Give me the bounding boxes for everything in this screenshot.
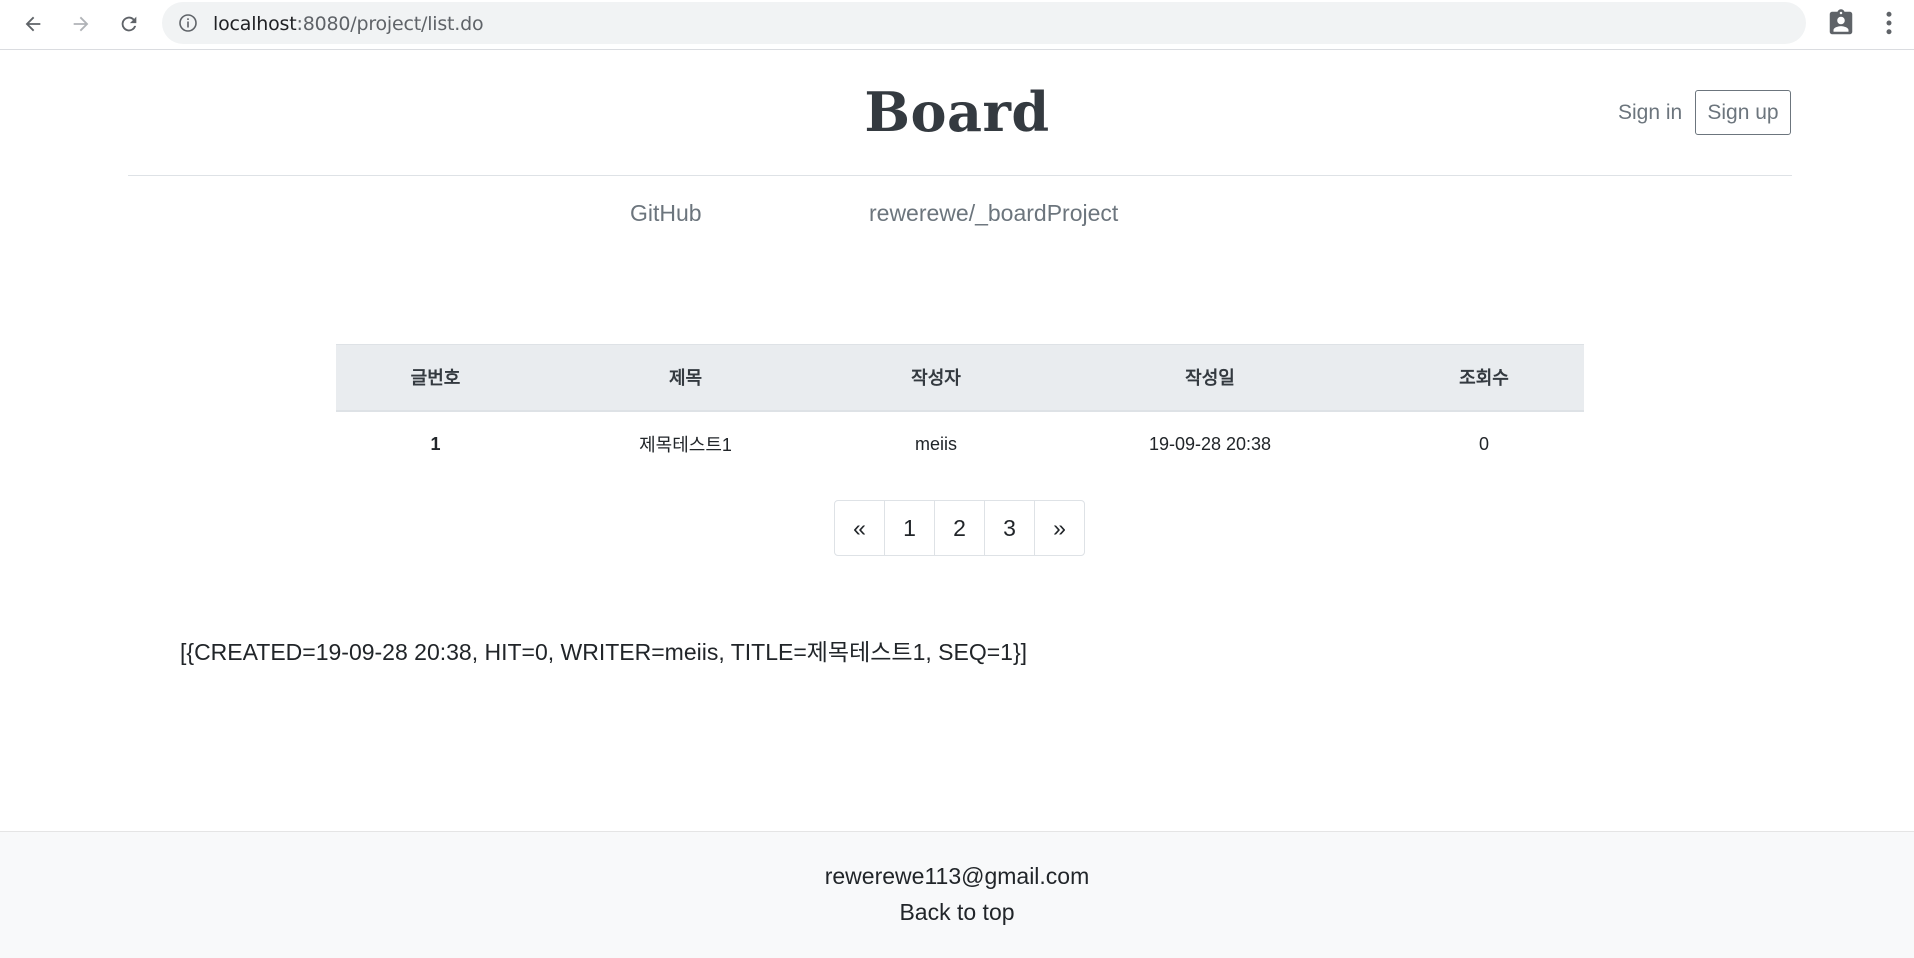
board-table: 글번호 제목 작성자 작성일 조회수 1 제목테스트1 meiis 19-09-…	[336, 344, 1584, 477]
page-1-button[interactable]: 1	[884, 500, 935, 556]
table-header-row: 글번호 제목 작성자 작성일 조회수	[336, 344, 1584, 412]
nav-link-github[interactable]: GitHub	[630, 200, 702, 227]
browser-toolbar: localhost:8080/project/list.do	[0, 0, 1914, 50]
page-2-button[interactable]: 2	[934, 500, 985, 556]
cell-writer: meiis	[914, 433, 957, 454]
sign-up-button[interactable]: Sign up	[1695, 90, 1791, 135]
table-row[interactable]: 1 제목테스트1 meiis 19-09-28 20:38 0	[336, 411, 1584, 477]
address-bar[interactable]: localhost:8080/project/list.do	[162, 2, 1806, 44]
page-next-button[interactable]: »	[1034, 500, 1085, 556]
sign-in-link[interactable]: Sign in	[1618, 101, 1682, 125]
reload-icon	[121, 16, 137, 32]
debug-list-output: [{CREATED=19-09-28 20:38, HIT=0, WRITER=…	[180, 639, 1028, 665]
forward-button[interactable]	[64, 7, 98, 41]
column-header-created: 작성일	[1036, 344, 1384, 412]
url-path: :8080/project/list.do	[296, 13, 484, 35]
column-header-title: 제목	[535, 344, 836, 412]
cell-seq: 1	[430, 433, 441, 454]
cell-created: 19-09-28 20:38	[1148, 433, 1272, 454]
reload-button[interactable]	[112, 7, 146, 41]
page-prev-button[interactable]: «	[834, 500, 885, 556]
nav-link-repo[interactable]: rewerewe/_boardProject	[869, 200, 1118, 227]
info-icon[interactable]	[178, 13, 198, 33]
back-to-top-link[interactable]: Back to top	[0, 899, 1914, 926]
clipboard-extension-icon[interactable]	[1826, 8, 1856, 38]
url-text[interactable]: localhost:8080/project/list.do	[213, 13, 484, 35]
cell-title-link[interactable]: 제목테스트1	[535, 411, 836, 477]
cell-hit: 0	[1478, 433, 1489, 454]
pagination: « 1 2 3 »	[834, 500, 1085, 556]
column-header-hit: 조회수	[1384, 344, 1584, 412]
footer: rewerewe113@gmail.com Back to top	[0, 831, 1914, 958]
url-host: localhost	[213, 13, 297, 35]
more-vertical-icon[interactable]	[1874, 8, 1904, 38]
footer-email: rewerewe113@gmail.com	[824, 863, 1090, 889]
arrow-left-icon	[25, 16, 41, 32]
arrow-right-icon	[73, 16, 89, 32]
back-button[interactable]	[16, 7, 50, 41]
page-3-button[interactable]: 3	[984, 500, 1035, 556]
column-header-writer: 작성자	[836, 344, 1036, 412]
header-divider	[128, 175, 1792, 176]
column-header-seq: 글번호	[336, 344, 535, 412]
